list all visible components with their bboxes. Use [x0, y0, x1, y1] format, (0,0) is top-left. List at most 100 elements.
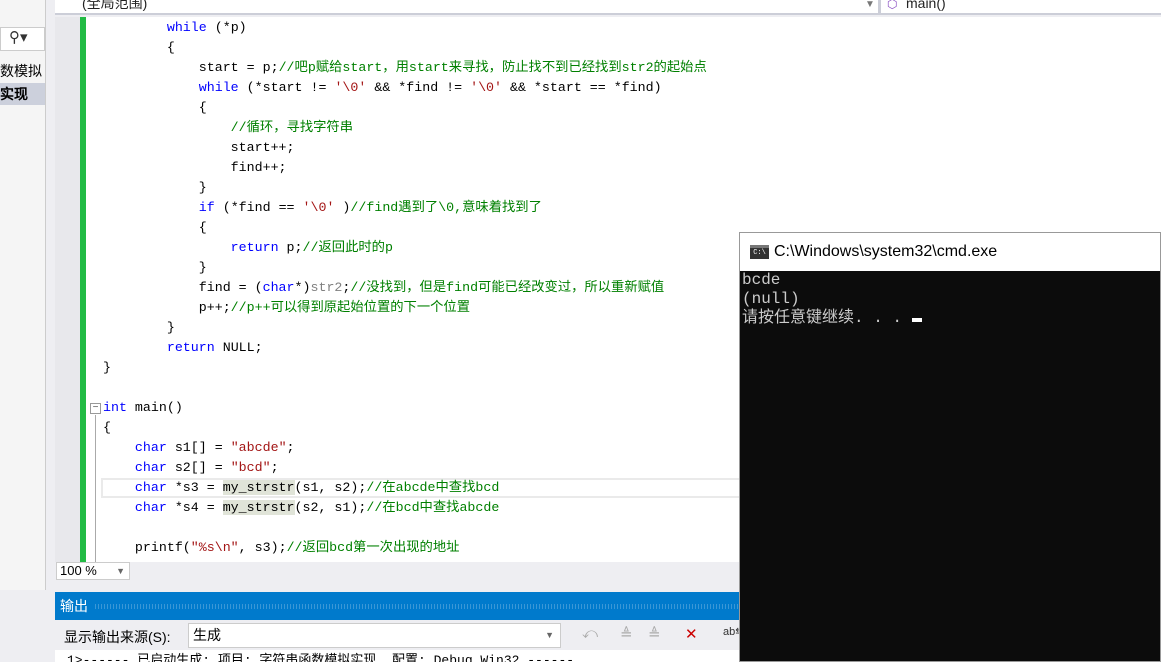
comment: //在abcde中查找bcd	[366, 480, 500, 495]
comment: //没找到，但是find可能已经改变过，所以重新赋值	[350, 280, 665, 295]
code-line[interactable]: while (*start != '\0' && *find != '\0' &…	[103, 78, 662, 98]
code-text: (*start !=	[238, 80, 335, 95]
comment: //返回bcd第一次出现的地址	[286, 540, 460, 555]
code-text: *s3 =	[166, 480, 223, 495]
keyword: return	[230, 240, 279, 255]
tree-item-selected[interactable]: 实现	[0, 83, 45, 105]
fold-toggle[interactable]: −	[90, 403, 101, 414]
string-literal: '\0'	[302, 200, 335, 215]
code-line[interactable]: while (*p)	[103, 18, 247, 38]
selection-margin	[55, 17, 80, 562]
code-line[interactable]: p++;//p++可以得到原起始位置的下一个位置	[103, 298, 470, 318]
code-line[interactable]: {	[103, 98, 207, 118]
code-line[interactable]: char s1[] = "abcde";	[103, 438, 295, 458]
comment: //返回此时的p	[302, 240, 393, 255]
code-line[interactable]: char *s4 = my_strstr(s2, s1);//在bcd中查找ab…	[103, 498, 499, 518]
function-reference: my_strstr	[222, 480, 295, 495]
code-text: p;	[278, 240, 303, 255]
code-line[interactable]: return p;//返回此时的p	[103, 238, 393, 258]
keyword: int	[103, 400, 127, 415]
code-line[interactable]: return NULL;	[103, 338, 263, 358]
code-text: str2	[310, 280, 343, 295]
code-text: , s3);	[238, 540, 287, 555]
function-cube-icon: ⬡	[887, 0, 898, 11]
code-line[interactable]: }	[103, 318, 175, 338]
code-text: start++;	[103, 140, 295, 155]
keyword: while	[166, 20, 207, 35]
clear-all-icon[interactable]: ✕	[685, 625, 698, 643]
function-reference: my_strstr	[222, 500, 295, 515]
zoom-dropdown[interactable]: 100 % ▼	[56, 562, 130, 580]
code-line[interactable]: if (*find == '\0' )//find遇到了\0,意味着找到了	[103, 198, 542, 218]
scope-dropdown[interactable]: (全局范围)	[82, 0, 147, 10]
previous-message-icon[interactable]: ≜	[620, 625, 633, 643]
solution-explorer-panel: ⚲▾ 数模拟 实现	[0, 0, 46, 590]
navigation-bar: (全局范围) ▼ ⬡ main()	[55, 0, 1161, 15]
next-message-icon[interactable]: ≜	[648, 625, 661, 643]
code-line[interactable]: start++;	[103, 138, 295, 158]
output-source-select[interactable]: 生成 ▼	[188, 623, 561, 648]
code-line[interactable]: printf("%s\n", s3);//返回bcd第一次出现的地址	[103, 538, 460, 558]
code-text: )	[334, 200, 351, 215]
tree-item[interactable]: 数模拟	[0, 60, 45, 82]
console-line: 请按任意键继续. . .	[742, 309, 912, 327]
code-text: (s2, s1);	[294, 500, 367, 515]
code-line[interactable]: //循环，寻找字符串	[103, 118, 353, 138]
keyword: return	[166, 340, 215, 355]
string-literal: "abcde"	[230, 440, 287, 455]
code-line[interactable]: char *s3 = my_strstr(s1, s2);//在abcde中查找…	[101, 478, 801, 498]
keyword: char	[134, 440, 167, 455]
code-text: ;	[270, 460, 279, 475]
code-line[interactable]: }	[103, 358, 111, 378]
chevron-down-icon[interactable]: ▼	[865, 0, 875, 10]
code-text: {	[103, 40, 175, 55]
code-line[interactable]: find = (char*)str2;//没找到，但是find可能已经改变过，所…	[103, 278, 664, 298]
code-text: find = (	[103, 280, 263, 295]
code-line[interactable]: int main()	[103, 398, 183, 418]
code-line[interactable]: char s2[] = "bcd";	[103, 458, 279, 478]
console-line: bcde	[742, 271, 781, 289]
code-text: printf(	[103, 540, 191, 555]
code-text: }	[103, 260, 207, 275]
code-text: main()	[126, 400, 183, 415]
code-line[interactable]: find++;	[103, 158, 287, 178]
code-text: && *find !=	[366, 80, 471, 95]
keyword: char	[134, 460, 167, 475]
code-line[interactable]: }	[103, 178, 207, 198]
code-text: p++;	[103, 300, 231, 315]
function-dropdown[interactable]: main()	[906, 0, 946, 10]
chevron-down-icon: ▼	[545, 630, 554, 640]
keyword: char	[134, 500, 167, 515]
code-text: start = p;	[103, 60, 279, 75]
code-text: find++;	[103, 160, 287, 175]
code-text: ;	[286, 440, 295, 455]
goto-error-icon[interactable]: ⤺	[582, 625, 598, 642]
console-title: C:\Windows\system32\cmd.exe	[774, 243, 998, 260]
search-icon[interactable]: ⚲▾	[9, 29, 28, 46]
code-text: {	[103, 220, 207, 235]
code-line[interactable]: {	[103, 418, 111, 438]
console-title-bar[interactable]: C:\ C:\Windows\system32\cmd.exe	[740, 233, 1160, 271]
code-text: s2[] =	[166, 460, 231, 475]
console-window[interactable]: C:\ C:\Windows\system32\cmd.exe bcde (null…	[739, 232, 1161, 662]
code-line[interactable]: start = p;//吧p赋给start，用start来寻找，防止找不到已经找…	[103, 58, 707, 78]
comment: //find遇到了\0,意味着找到了	[350, 200, 542, 215]
code-text: && *start == *find)	[502, 80, 662, 95]
divider	[878, 0, 881, 13]
code-line[interactable]: {	[103, 218, 207, 238]
console-output: bcde (null) 请按任意键继续. . .	[740, 271, 1160, 328]
chevron-down-icon: ▼	[116, 566, 125, 576]
search-box[interactable]: ⚲▾	[0, 27, 45, 51]
code-line[interactable]: {	[103, 38, 175, 58]
output-title: 输出	[60, 598, 88, 614]
code-text: }	[103, 320, 175, 335]
code-line[interactable]: }	[103, 258, 207, 278]
